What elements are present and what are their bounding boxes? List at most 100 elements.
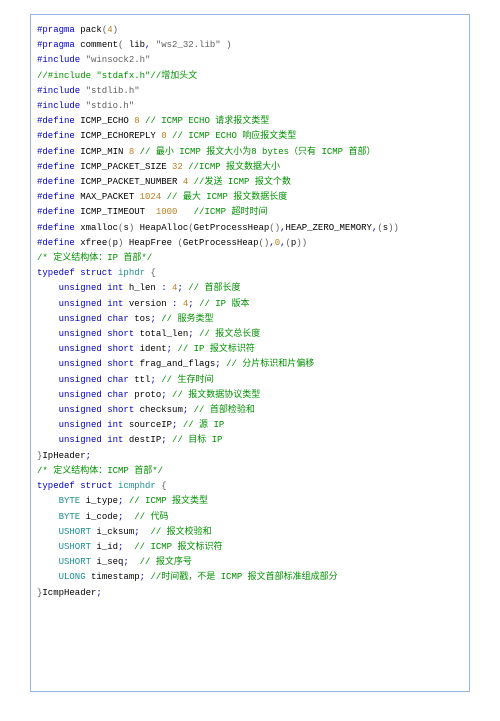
code-token: BYTE [59,496,81,506]
code-token [37,359,59,369]
code-token: #define [37,162,75,172]
code-token: // IP 版本 [199,299,249,309]
code-token: "winsock2.h" [86,55,151,65]
code-token: unsigned char [59,375,129,385]
code-token: // 首部检验和 [194,405,255,415]
code-token: // 代码 [134,512,168,522]
code-token: // 报文总长度 [199,329,260,339]
code-token: "stdlib.h" [86,86,140,96]
code-token: ttl [129,375,151,385]
code-line: #define ICMP_ECHO 8 // ICMP ECHO 请求报文类型 [37,114,463,129]
code-token: #define [37,116,75,126]
code-token: unsigned int [59,283,124,293]
code-token [37,314,59,324]
code-token [140,527,151,537]
code-line: #define MAX_PACKET 1024 // 最大 ICMP 报文数据长… [37,190,463,205]
code-token: // ICMP ECHO 响应报文类型 [172,131,296,141]
code-token: "ws2_32.lib" [150,40,226,50]
code-token: GetProcessHeap [183,238,259,248]
code-token: unsigned short [59,359,135,369]
code-line: #include "stdio.h" [37,99,463,114]
code-line: #define ICMP_MIN 8 // 最小 ICMP 报文大小为8 byt… [37,145,463,160]
code-token: i_type [80,496,118,506]
code-token: i_cksum [91,527,134,537]
code-token: // 报文数据协议类型 [172,390,260,400]
code-token: #define [37,207,75,217]
code-token: ident [134,344,166,354]
code-token: #define [37,177,75,187]
code-line: #define xfree(p) HeapFree (GetProcessHea… [37,236,463,251]
code-token: "stdio.h" [86,101,135,111]
code-token: total_len [134,329,188,339]
code-line: unsigned short frag_and_flags; // 分片标识和片… [37,357,463,372]
code-line: unsigned short checksum; // 首部检验和 [37,403,463,418]
code-token [37,405,59,415]
code-token [37,435,59,445]
code-token: unsigned short [59,344,135,354]
code-token: //ICMP 报文数据大小 [188,162,280,172]
code-token [123,512,134,522]
code-token: frag_and_flags [134,359,215,369]
code-token: /* 定义结构体：ICMP 首部*/ [37,466,163,476]
code-token: unsigned int [59,299,124,309]
code-token: USHORT [59,542,91,552]
code-token: #define [37,131,75,141]
code-token: USHORT [59,527,91,537]
code-token: ICMP_MIN [75,147,129,157]
code-token: // ICMP 报文标识符 [134,542,222,552]
code-token [37,329,59,339]
code-token: #pragma [37,40,75,50]
code-line: unsigned int h_len : 4; // 首部长度 [37,281,463,296]
code-token: #include [37,55,86,65]
code-token: sourceIP [123,420,172,430]
code-token: unsigned char [59,314,129,324]
code-line: ULONG timestamp; //时间戳，不是 ICMP 报文首部标准组成部… [37,570,463,585]
code-line: //#include "stdafx.h"//增加头文 [37,69,463,84]
code-line: unsigned int destIP; // 目标 IP [37,433,463,448]
code-token: GetProcessHeap [194,223,270,233]
code-line: #define ICMP_PACKET_NUMBER 4 //发送 ICMP 报… [37,175,463,190]
code-token: unsigned short [59,405,135,415]
code-token: // 报文序号 [140,557,192,567]
code-token [123,542,134,552]
code-line: #pragma pack(4) [37,23,463,38]
code-token: ICMP_PACKET_NUMBER [75,177,183,187]
code-line: typedef struct iphdr { [37,266,463,281]
code-line: #define xmalloc(s) HeapAlloc(GetProcessH… [37,221,463,236]
code-token: icmphdr [118,481,156,491]
code-token: ) [226,40,231,50]
code-box: #pragma pack(4)#pragma comment( lib, "ws… [30,14,470,692]
code-token [37,496,59,506]
code-token: ) [113,25,118,35]
code-token [37,283,59,293]
code-token: // 最大 ICMP 报文数据长度 [167,192,288,202]
code-token: #define [37,238,75,248]
code-token: 32 [172,162,183,172]
code-token: ; [96,588,101,598]
code-token: #define [37,147,75,157]
code-token: i_code [80,512,118,522]
code-token: //ICMP 超时时间 [194,207,268,217]
code-token: #include [37,86,86,96]
code-token: unsigned short [59,329,135,339]
code-token: ICMP_TIMEOUT [75,207,156,217]
code-token: USHORT [59,557,91,567]
code-token: typedef struct [37,268,113,278]
code-token: // 生存时间 [161,375,213,385]
code-line: unsigned short total_len; // 报文总长度 [37,327,463,342]
code-line: typedef struct icmphdr { [37,479,463,494]
code-line: #include "stdlib.h" [37,84,463,99]
code-token: IpHeader [42,451,85,461]
code-line: unsigned short ident; // IP 报文标识符 [37,342,463,357]
code-token [37,512,59,522]
code-line: #define ICMP_PACKET_SIZE 32 //ICMP 报文数据大… [37,160,463,175]
code-token [37,375,59,385]
code-line: #define ICMP_ECHOREPLY 0 // ICMP ECHO 响应… [37,129,463,144]
code-token [37,527,59,537]
code-token: // 首部长度 [188,283,240,293]
code-token: ICMP_ECHO [75,116,134,126]
code-token [37,572,59,582]
code-line: #pragma comment( lib, "ws2_32.lib" ) [37,38,463,53]
code-token: comment [75,40,118,50]
code-token: iphdr [118,268,145,278]
